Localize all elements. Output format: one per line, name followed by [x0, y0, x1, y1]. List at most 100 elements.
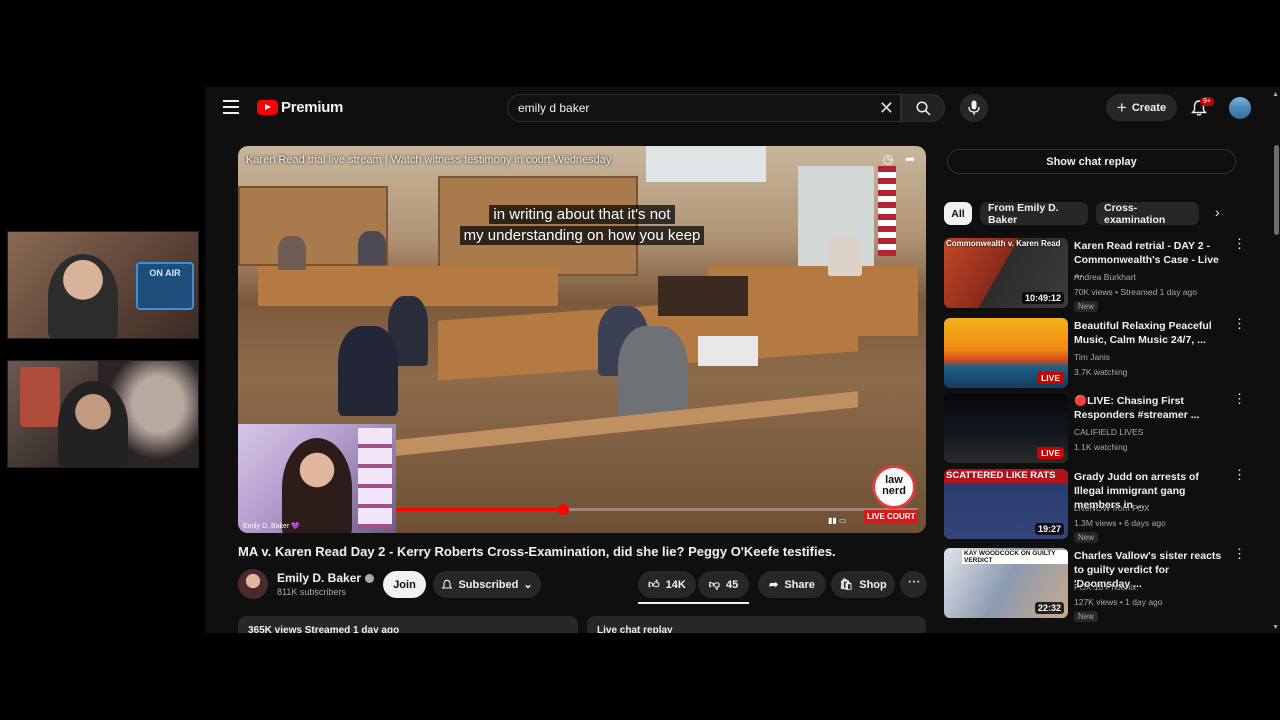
youtube-premium-logo[interactable]: Premium — [257, 99, 343, 116]
top-bar: Premium emily d baker ✕ + Create 9+ — [205, 87, 1280, 129]
more-options-icon[interactable]: ⋮ — [1233, 468, 1246, 481]
share-arrow-icon: ➦ — [769, 579, 779, 591]
video-thumbnail[interactable]: LIVE — [944, 318, 1068, 388]
chip-from-channel[interactable]: From Emily D. Baker — [980, 202, 1088, 226]
account-avatar[interactable] — [1229, 97, 1251, 119]
search-button[interactable] — [901, 94, 945, 122]
live-badge: LIVE — [1037, 372, 1064, 384]
recommendation-channel[interactable]: FOX 10 Phoenix — [1074, 582, 1136, 592]
recommendation-title[interactable]: 🔴LIVE: Chasing First Responders #streame… — [1074, 394, 1224, 422]
channel-name[interactable]: Emily D. Baker — [277, 571, 375, 585]
host-1-figure — [48, 254, 118, 338]
thumbnail-text: Commonwealth v. Karen Read — [946, 239, 1061, 248]
thumbs-up-icon: 👍︎ — [648, 579, 660, 591]
progress-bar[interactable] — [396, 504, 918, 515]
more-options-icon[interactable]: ⋮ — [1233, 392, 1246, 405]
on-air-sign: ON AIR — [136, 262, 194, 310]
subscribed-label: Subscribed — [458, 578, 519, 591]
scroll-up-icon[interactable]: ▲ — [1272, 91, 1279, 98]
logo-text: Premium — [281, 99, 344, 116]
like-button[interactable]: 👍︎ 14K — [638, 571, 696, 598]
monitors — [658, 276, 748, 316]
share-icon[interactable]: ➦ — [902, 152, 918, 168]
subscribed-button[interactable]: Subscribed ⌄ — [433, 571, 541, 598]
more-options-icon[interactable]: ⋮ — [1233, 547, 1246, 560]
like-count: 14K — [665, 578, 686, 591]
recommendation-channel[interactable]: Andrea Burkhart — [1074, 272, 1136, 282]
show-chat-replay-button[interactable]: Show chat replay — [947, 149, 1236, 174]
dislike-button[interactable]: 👎︎ 45 — [698, 571, 749, 598]
shop-label: Shop — [859, 578, 887, 591]
webcam-host-2 — [7, 360, 199, 468]
scroll-down-icon[interactable]: ▼ — [1272, 624, 1279, 631]
attorney-figure — [338, 326, 398, 416]
watch-later-icon[interactable]: ◷ — [880, 152, 896, 168]
share-label: Share — [784, 578, 815, 591]
description-box[interactable]: 365K views Streamed 1 day ago — [238, 616, 578, 633]
recommendation-channel[interactable]: CALIFIELD LIVES — [1074, 427, 1143, 437]
courtroom-window — [646, 146, 766, 182]
recommendation-item[interactable]: Commonwealth v. Karen Read 10:49:12 Kare… — [944, 237, 1246, 312]
more-options-icon[interactable]: ⋮ — [1233, 237, 1246, 250]
page-scrollbar[interactable]: ▲ ▼ — [1272, 87, 1279, 633]
shop-button[interactable]: 🛍︎ Shop — [831, 571, 895, 598]
recommendation-item[interactable]: LIVE Beautiful Relaxing Peaceful Music, … — [944, 317, 1246, 390]
progress-scrubber[interactable] — [558, 504, 570, 515]
chip-all[interactable]: All — [944, 202, 972, 225]
video-thumbnail[interactable]: LIVE — [944, 393, 1068, 463]
join-button[interactable]: Join — [383, 571, 426, 598]
player-controls-icon[interactable]: ▮▮ ▭ — [828, 516, 847, 525]
recommendation-item[interactable]: KAY WOODCOCK ON GUILTY VERDICT 22:32 Cha… — [944, 547, 1246, 622]
wall-poster — [20, 367, 60, 427]
more-actions-icon[interactable]: ··· — [900, 571, 927, 598]
new-badge: New — [1074, 301, 1099, 312]
share-button[interactable]: ➦ Share — [758, 571, 826, 598]
printer — [698, 336, 758, 366]
video-thumbnail[interactable]: KAY WOODCOCK ON GUILTY VERDICT 22:32 — [944, 548, 1068, 618]
progress-fill — [396, 508, 564, 511]
pip-name-label: Emily D. Baker 💜 — [243, 523, 300, 530]
microphone-icon — [968, 100, 980, 115]
recommendation-item[interactable]: LIVE 🔴LIVE: Chasing First Responders #st… — [944, 392, 1246, 465]
duration-badge: 19:27 — [1034, 523, 1064, 535]
recommendation-title[interactable]: Beautiful Relaxing Peaceful Music, Calm … — [1074, 319, 1224, 347]
thumbnail-text: KAY WOODCOCK ON GUILTY VERDICT — [962, 550, 1068, 564]
live-badge: LIVE — [1037, 447, 1064, 459]
picture-in-picture-host: Emily D. Baker 💜 — [238, 424, 396, 533]
clear-search-icon[interactable]: ✕ — [879, 98, 894, 118]
video-player[interactable]: Karen Read trial live stream | Watch wit… — [238, 146, 926, 533]
more-options-icon[interactable]: ⋮ — [1233, 317, 1246, 330]
notification-count-badge: 9+ — [1200, 97, 1214, 106]
recommendation-channel[interactable]: LiveNOW from FOX — [1074, 503, 1150, 513]
new-badge: New — [1074, 532, 1099, 543]
recommendation-meta: 127K views • 1 day ago — [1074, 597, 1163, 607]
thumbnail-text: SCATTERED LIKE RATS — [946, 470, 1056, 481]
voice-search-button[interactable] — [960, 94, 988, 122]
player-title[interactable]: Karen Read trial live stream | Watch wit… — [246, 154, 611, 166]
plus-icon: + — [1116, 97, 1127, 117]
search-icon — [916, 101, 931, 116]
caption-line-2: my understanding on how you keep — [238, 226, 926, 245]
live-chat-replay-box[interactable]: Live chat replay — [587, 616, 926, 633]
chip-cross-examination[interactable]: Cross-examination — [1096, 202, 1199, 226]
channel-avatar[interactable] — [238, 569, 268, 599]
dislike-count: 45 — [725, 578, 739, 591]
menu-icon[interactable] — [223, 100, 239, 114]
search-query[interactable]: emily d baker — [518, 101, 589, 115]
caption-line-1: in writing about that it's not — [238, 205, 926, 224]
create-label: Create — [1131, 101, 1167, 114]
video-title: MA v. Karen Read Day 2 - Kerry Roberts C… — [238, 544, 836, 559]
video-thumbnail[interactable]: SCATTERED LIKE RATS 19:27 — [944, 469, 1068, 539]
recommendation-item[interactable]: SCATTERED LIKE RATS 19:27 Grady Judd on … — [944, 468, 1246, 543]
scrollbar-thumb[interactable] — [1274, 145, 1279, 235]
bell-icon — [441, 579, 453, 589]
shopping-bag-icon: 🛍︎ — [839, 579, 854, 591]
live-court-badge: LIVE COURT — [864, 510, 919, 523]
video-thumbnail[interactable]: Commonwealth v. Karen Read 10:49:12 — [944, 238, 1068, 308]
bookshelf — [358, 428, 392, 528]
webcam-host-1: ON AIR — [7, 231, 199, 339]
create-button[interactable]: + Create — [1106, 94, 1177, 121]
search-input[interactable]: emily d baker ✕ — [507, 94, 901, 122]
chevron-right-icon[interactable]: › — [1215, 204, 1220, 220]
recommendation-channel[interactable]: Tim Janis — [1074, 352, 1110, 362]
